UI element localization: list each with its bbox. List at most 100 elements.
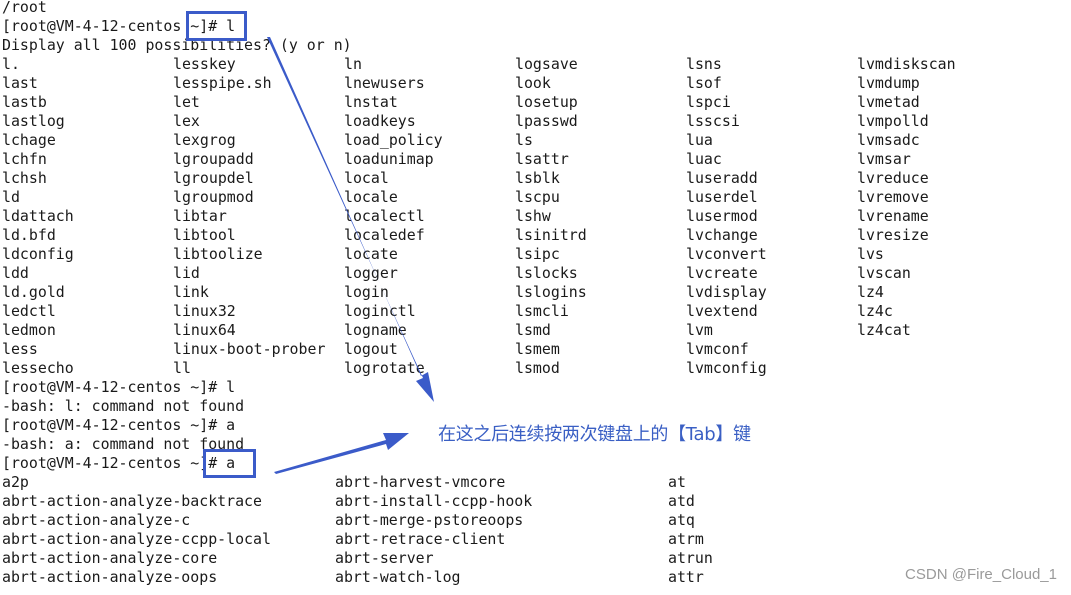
completion-item: lscpu [515,188,560,206]
completion-item: libtool [173,226,236,244]
completion-item: lvcreate [686,264,758,282]
completion-item: logsave [515,55,578,73]
completion-item: lpasswd [515,112,578,130]
completion-item: lsblk [515,169,560,187]
completion-item: losetup [515,93,578,111]
completion-item: ls [515,131,533,149]
completion-item: lvconvert [686,245,767,263]
completion-item: lvreduce [857,169,929,187]
completion-item: libtar [173,207,227,225]
completion-item: lvmconf [686,340,749,358]
completion-item: lvresize [857,226,929,244]
completion-item: lsof [686,74,722,92]
completion-item: loadkeys [344,112,416,130]
completion-item: abrt-action-analyze-oops [2,568,218,586]
terminal-line: [root@VM-4-12-centos ~]# l [2,378,236,396]
completion-item: abrt-action-analyze-backtrace [2,492,262,510]
completion-item: ldconfig [2,245,74,263]
completion-item: lgroupadd [173,150,254,168]
completion-item: lvrename [857,207,929,225]
completion-item: lvmsadc [857,131,920,149]
completion-item: l. [2,55,20,73]
completion-item: ln [344,55,362,73]
completion-item: logout [344,340,398,358]
terminal-line: /root [2,0,47,16]
completion-item: lexgrog [173,131,236,149]
completion-item: less [2,340,38,358]
completion-item: atq [668,511,695,529]
completion-item: load_policy [344,131,443,149]
completion-item: loginctl [344,302,416,320]
completion-item: let [173,93,200,111]
completion-item: localedef [344,226,425,244]
completion-item: linux-boot-prober [173,340,326,358]
completion-item: ldd [2,264,29,282]
completion-item: abrt-harvest-vmcore [335,473,506,491]
completion-item: lvmpolld [857,112,929,130]
completion-item: luseradd [686,169,758,187]
completion-item: lvmsar [857,150,911,168]
completion-item: ldattach [2,207,74,225]
completion-item: lvm [686,321,713,339]
completion-item: link [173,283,209,301]
completion-item: lchsh [2,169,47,187]
completion-item: atrun [668,549,713,567]
terminal-line: [root@VM-4-12-centos ~]# a [2,454,236,472]
completion-item: lid [173,264,200,282]
terminal-line: [root@VM-4-12-centos ~]# a [2,416,236,434]
completion-item: login [344,283,389,301]
completion-item: look [515,74,551,92]
completion-item: lvmetad [857,93,920,111]
completion-item: abrt-action-analyze-core [2,549,218,567]
completion-item: lex [173,112,200,130]
completion-item: loadunimap [344,150,434,168]
completion-item: a2p [2,473,29,491]
completion-item: locale [344,188,398,206]
completion-item: abrt-merge-pstoreoops [335,511,524,529]
completion-item: lnstat [344,93,398,111]
completion-item: lchfn [2,150,47,168]
completion-item: lsinitrd [515,226,587,244]
completion-item: abrt-retrace-client [335,530,506,548]
completion-item: lsipc [515,245,560,263]
completion-item: lessecho [2,359,74,377]
terminal-output: /root [root@VM-4-12-centos ~]# l Display a… [2,0,1071,595]
completion-item: ld.gold [2,283,65,301]
completion-item: lua [686,131,713,149]
completion-item: lsscsi [686,112,740,130]
completion-item: abrt-server [335,549,434,567]
completion-item: lastb [2,93,47,111]
completion-item: lvchange [686,226,758,244]
completion-item: lchage [2,131,56,149]
completion-item: logrotate [344,359,425,377]
completion-item: logname [344,321,407,339]
completion-item: attr [668,568,704,586]
completion-item: lz4c [857,302,893,320]
completion-item: linux64 [173,321,236,339]
completion-item: localectl [344,207,425,225]
completion-item: logger [344,264,398,282]
completion-item: ld [2,188,20,206]
completion-item: lspci [686,93,731,111]
completion-item: libtoolize [173,245,263,263]
completion-item: abrt-action-analyze-ccpp-local [2,530,271,548]
completion-item: lvs [857,245,884,263]
completion-item: abrt-action-analyze-c [2,511,191,529]
completion-item: lnewusers [344,74,425,92]
completion-item: lslogins [515,283,587,301]
completion-item: lz4cat [857,321,911,339]
terminal-line: Display all 100 possibilities? (y or n) [2,36,352,54]
completion-item: lvmdump [857,74,920,92]
completion-item: abrt-watch-log [335,568,461,586]
completion-item: lsns [686,55,722,73]
completion-item: lz4 [857,283,884,301]
completion-item: locate [344,245,398,263]
completion-item: ledctl [2,302,56,320]
completion-item: ledmon [2,321,56,339]
highlight-box-second-prompt [203,449,256,478]
completion-item: lvmconfig [686,359,767,377]
completion-item: lvdisplay [686,283,767,301]
completion-item: at [668,473,686,491]
completion-item: lshw [515,207,551,225]
completion-item: luac [686,150,722,168]
